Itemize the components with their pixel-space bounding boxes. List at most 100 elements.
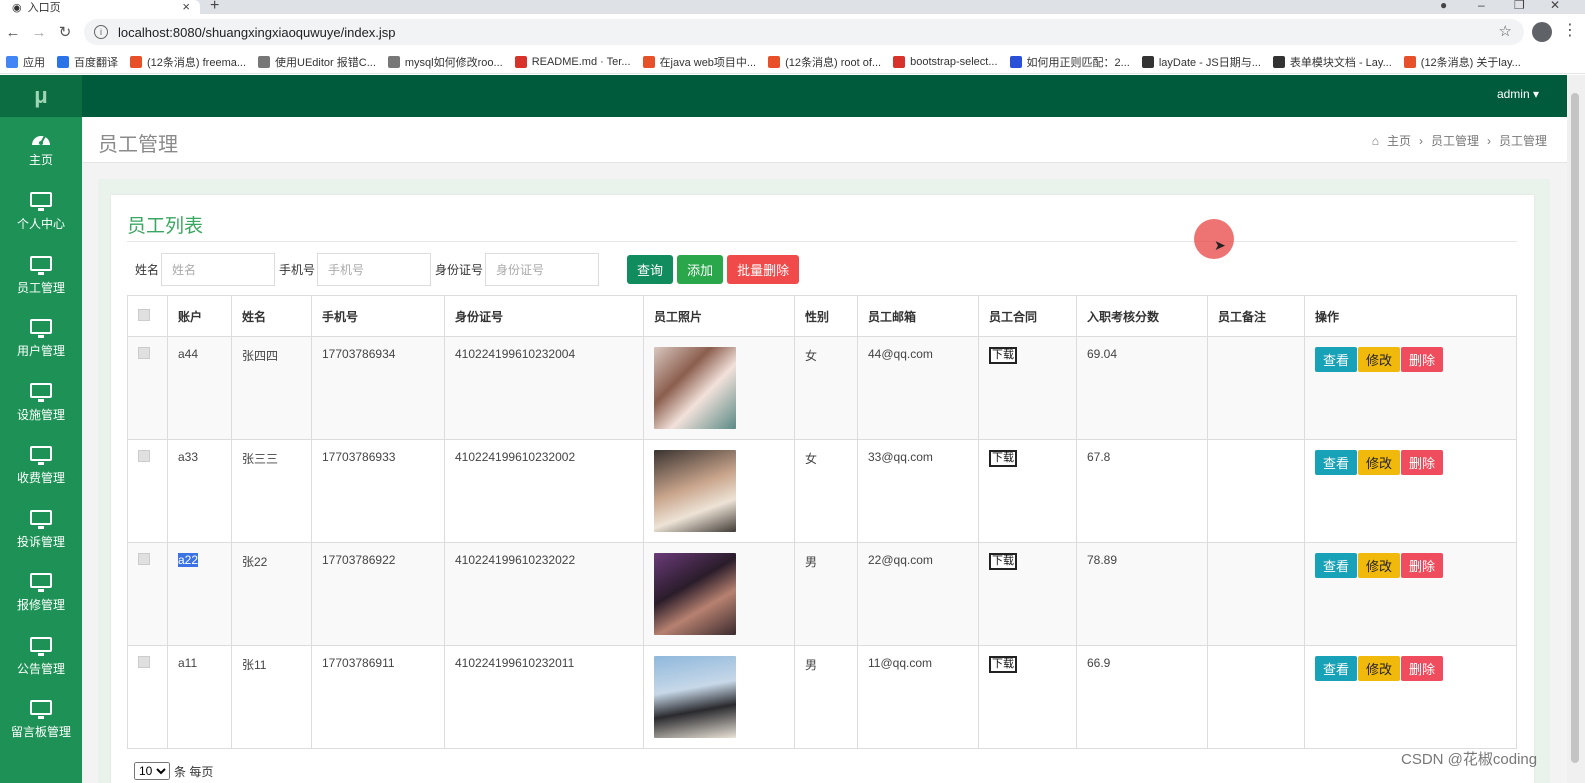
download-contract-link[interactable]: 下载 [989, 347, 1017, 364]
bookmark-item[interactable]: (12条消息) 关于lay... [1403, 54, 1521, 70]
page-size-select[interactable]: 10 [134, 762, 170, 780]
view-button[interactable]: 查看 [1315, 450, 1358, 475]
info-icon[interactable]: i [94, 25, 108, 39]
sidebar-item[interactable]: 主页 [0, 117, 82, 181]
edit-button[interactable]: 修改 [1358, 553, 1401, 578]
user-menu[interactable]: admin ▾ [1497, 87, 1539, 101]
bookmark-favicon-icon [642, 55, 655, 68]
home-icon: ⌂ [1371, 133, 1379, 148]
url-text: localhost:8080/shuangxingxiaoquwuye/inde… [118, 24, 396, 40]
cell-email: 11@qq.com [857, 645, 979, 749]
breadcrumb: ⌂ 主页 › 员工管理 › 员工管理 [1372, 132, 1547, 149]
bookmark-item[interactable]: README.md · Ter... [514, 55, 631, 68]
sidebar-item[interactable]: 公告管理 [0, 625, 82, 689]
col-score: 入职考核分数 [1076, 295, 1208, 337]
page-scrollbar[interactable] [1567, 75, 1585, 783]
sidebar-item[interactable]: 收费管理 [0, 435, 82, 499]
delete-button[interactable]: 删除 [1401, 656, 1444, 681]
row-checkbox[interactable] [138, 656, 150, 668]
sidebar-item[interactable]: 报修管理 [0, 562, 82, 626]
page-title: 员工管理 [98, 134, 178, 156]
row-select-cell[interactable] [127, 542, 168, 646]
view-button[interactable]: 查看 [1315, 347, 1358, 372]
minimize-icon[interactable]: – [1478, 0, 1485, 12]
sidebar-item[interactable]: 投诉管理 [0, 498, 82, 562]
view-button[interactable]: 查看 [1315, 553, 1358, 578]
bookmark-item[interactable]: bootstrap-select... [893, 55, 998, 68]
delete-button[interactable]: 删除 [1401, 553, 1444, 578]
bookmark-item[interactable]: (12条消息) freema... [130, 54, 246, 70]
bookmark-item[interactable]: 应用 [6, 54, 45, 70]
add-button[interactable]: 添加 [677, 255, 724, 284]
table-header-row: 账户 姓名 手机号 身份证号 员工照片 性别 员工邮箱 员工合同 入职考核分数 … [127, 295, 1517, 337]
row-checkbox[interactable] [138, 553, 150, 565]
close-window-icon[interactable]: ✕ [1550, 0, 1560, 12]
breadcrumb-home[interactable]: 主页 [1387, 132, 1411, 149]
sidebar-item[interactable]: 设施管理 [0, 371, 82, 435]
bookmark-favicon-icon [1009, 55, 1022, 68]
back-icon[interactable]: ← [0, 24, 26, 41]
bookmark-label: 百度翻译 [74, 56, 118, 69]
content-area: 员工列表 姓名 手机号 身份证号 查询 添加 批量删除 账户 姓名 手机号 身份… [82, 163, 1567, 783]
row-select-cell[interactable] [127, 645, 168, 749]
browser-tab[interactable]: ◉ 入口页 × [0, 0, 200, 14]
close-tab-icon[interactable]: × [182, 0, 190, 14]
restore-icon[interactable]: ❐ [1514, 0, 1525, 12]
download-contract-link[interactable]: 下载 [989, 656, 1017, 673]
col-gender: 性别 [794, 295, 858, 337]
idcard-input[interactable] [485, 253, 600, 286]
col-name: 姓名 [231, 295, 312, 337]
sidebar-item[interactable]: 留言板管理 [0, 689, 82, 753]
bookmark-item[interactable]: 如何用正则匹配：2... [1009, 54, 1130, 70]
name-input[interactable] [161, 253, 276, 286]
globe-icon: ◉ [12, 1, 22, 14]
sidebar-item[interactable]: 个人中心 [0, 181, 82, 245]
delete-button[interactable]: 删除 [1401, 450, 1444, 475]
bookmark-favicon-icon [1272, 55, 1285, 68]
row-checkbox[interactable] [138, 450, 150, 462]
select-all-checkbox[interactable] [138, 308, 150, 321]
breadcrumb-section[interactable]: 员工管理 [1431, 132, 1479, 149]
reload-icon[interactable]: ↻ [52, 23, 78, 41]
bookmark-item[interactable]: 百度翻译 [57, 54, 118, 70]
cell-phone: 17703786922 [311, 542, 445, 646]
view-button[interactable]: 查看 [1315, 656, 1358, 681]
cell-name: 张22 [231, 542, 312, 646]
row-select-cell[interactable] [127, 336, 168, 440]
profile-avatar[interactable] [1532, 22, 1552, 42]
bookmark-label: 表单模块文档 - Lay... [1289, 56, 1392, 69]
forward-icon[interactable]: → [26, 24, 52, 41]
edit-button[interactable]: 修改 [1358, 656, 1401, 681]
bookmark-item[interactable]: (12条消息) root of... [768, 54, 881, 70]
edit-button[interactable]: 修改 [1358, 347, 1401, 372]
employee-photo [654, 347, 736, 429]
download-contract-link[interactable]: 下载 [989, 450, 1017, 467]
sidebar-item[interactable]: 用户管理 [0, 308, 82, 372]
tab-search-icon[interactable]: ● [1440, 0, 1447, 12]
sidebar-item-label: 用户管理 [16, 344, 65, 359]
edit-button[interactable]: 修改 [1358, 450, 1401, 475]
browser-tabbar: ◉ 入口页 × + ● – ❐ ✕ [0, 0, 1585, 14]
batch-delete-button[interactable]: 批量删除 [727, 255, 800, 284]
bookmark-item[interactable]: 表单模块文档 - Lay... [1272, 54, 1392, 70]
caret-down-icon: ▾ [1532, 87, 1539, 101]
query-button[interactable]: 查询 [627, 255, 674, 284]
header-select-all[interactable] [127, 295, 168, 337]
row-checkbox[interactable] [138, 347, 150, 359]
breadcrumb-separator: › [1418, 133, 1423, 148]
new-tab-icon[interactable]: + [210, 0, 219, 15]
bookmark-item[interactable]: 在java web项目中... [642, 54, 756, 70]
sidebar-item[interactable]: 员工管理 [0, 244, 82, 308]
row-select-cell[interactable] [127, 439, 168, 543]
bookmark-item[interactable]: 使用UEditor 报错C... [258, 54, 376, 70]
bookmark-item[interactable]: mysql如何修改roo... [387, 54, 503, 70]
delete-button[interactable]: 删除 [1401, 347, 1444, 372]
menu-icon[interactable]: ⋮ [1562, 20, 1578, 40]
phone-input[interactable] [317, 253, 432, 286]
cell-score: 66.9 [1076, 645, 1208, 749]
star-icon[interactable]: ☆ [1499, 22, 1512, 40]
bookmark-item[interactable]: layDate - JS日期与... [1141, 54, 1261, 70]
download-contract-link[interactable]: 下载 [989, 553, 1017, 570]
scrollbar-thumb[interactable] [1571, 93, 1579, 763]
url-input[interactable]: i localhost:8080/shuangxingxiaoquwuye/in… [84, 19, 1524, 45]
